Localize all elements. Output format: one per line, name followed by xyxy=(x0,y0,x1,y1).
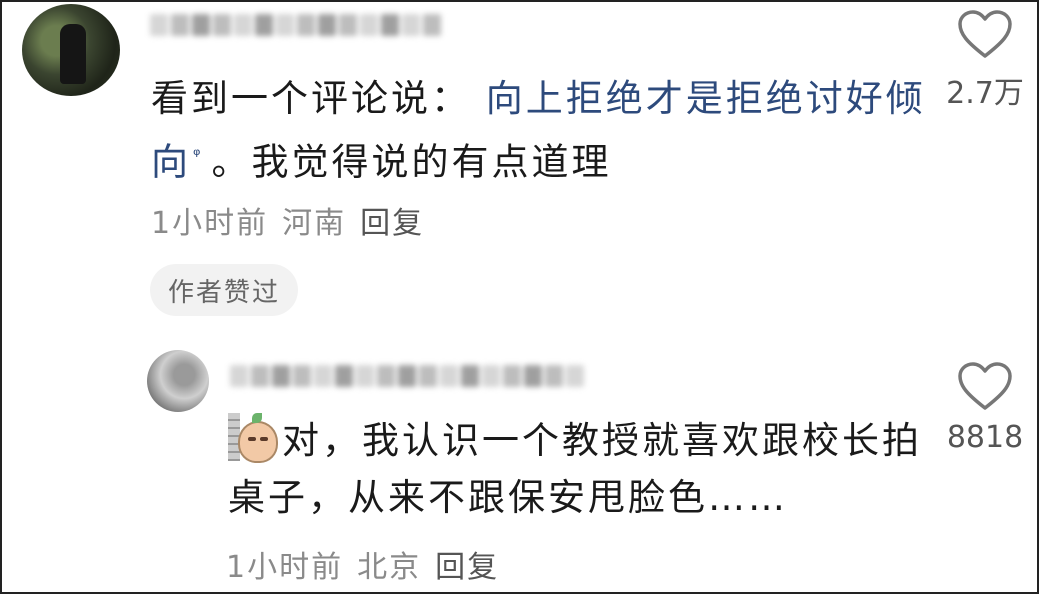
reply-like-button[interactable]: 8818 xyxy=(936,362,1034,455)
reply-location: 北京 xyxy=(357,550,422,585)
commenter-avatar[interactable] xyxy=(22,4,120,96)
search-link-icon[interactable]: ᵠ xyxy=(193,145,203,166)
heart-outline-icon[interactable] xyxy=(957,362,1013,412)
comment-text-suffix: 。我觉得说的有点道理 xyxy=(211,140,612,184)
comment-text: 看到一个评论说： 向上拒绝才是拒绝讨好倾向 ᵠ 。我觉得说的有点道理 xyxy=(151,70,931,190)
reply-button[interactable]: 回复 xyxy=(360,198,424,242)
comment-like-count: 2.7万 xyxy=(946,76,1024,111)
reply-text: 对，我认识一个教授就喜欢跟校长拍桌子，从来不跟保安甩脸色…… xyxy=(228,419,922,519)
comment-time: 1小时前 xyxy=(151,206,269,241)
reply-time: 1小时前 xyxy=(226,550,344,585)
reply-reply-button[interactable]: 回复 xyxy=(435,542,499,586)
potato-sticker-icon xyxy=(228,413,278,463)
comment-meta: 1小时前 河南 回复 xyxy=(151,198,424,242)
author-liked-badge: 作者赞过 xyxy=(150,264,299,316)
comment-like-button[interactable]: 2.7万 xyxy=(936,10,1034,112)
comment-location: 河南 xyxy=(282,206,347,241)
reply-avatar[interactable] xyxy=(147,350,209,412)
reply-username-blurred[interactable] xyxy=(230,365,584,387)
reply-text-block: 对，我认识一个教授就喜欢跟校长拍桌子，从来不跟保安甩脸色…… xyxy=(228,412,928,526)
reply-meta: 1小时前 北京 回复 xyxy=(226,542,499,586)
comment-text-prefix: 看到一个评论说： xyxy=(151,77,471,120)
reply-like-count: 8818 xyxy=(946,420,1024,455)
heart-outline-icon[interactable] xyxy=(957,10,1013,60)
commenter-username-blurred[interactable] xyxy=(150,14,441,36)
